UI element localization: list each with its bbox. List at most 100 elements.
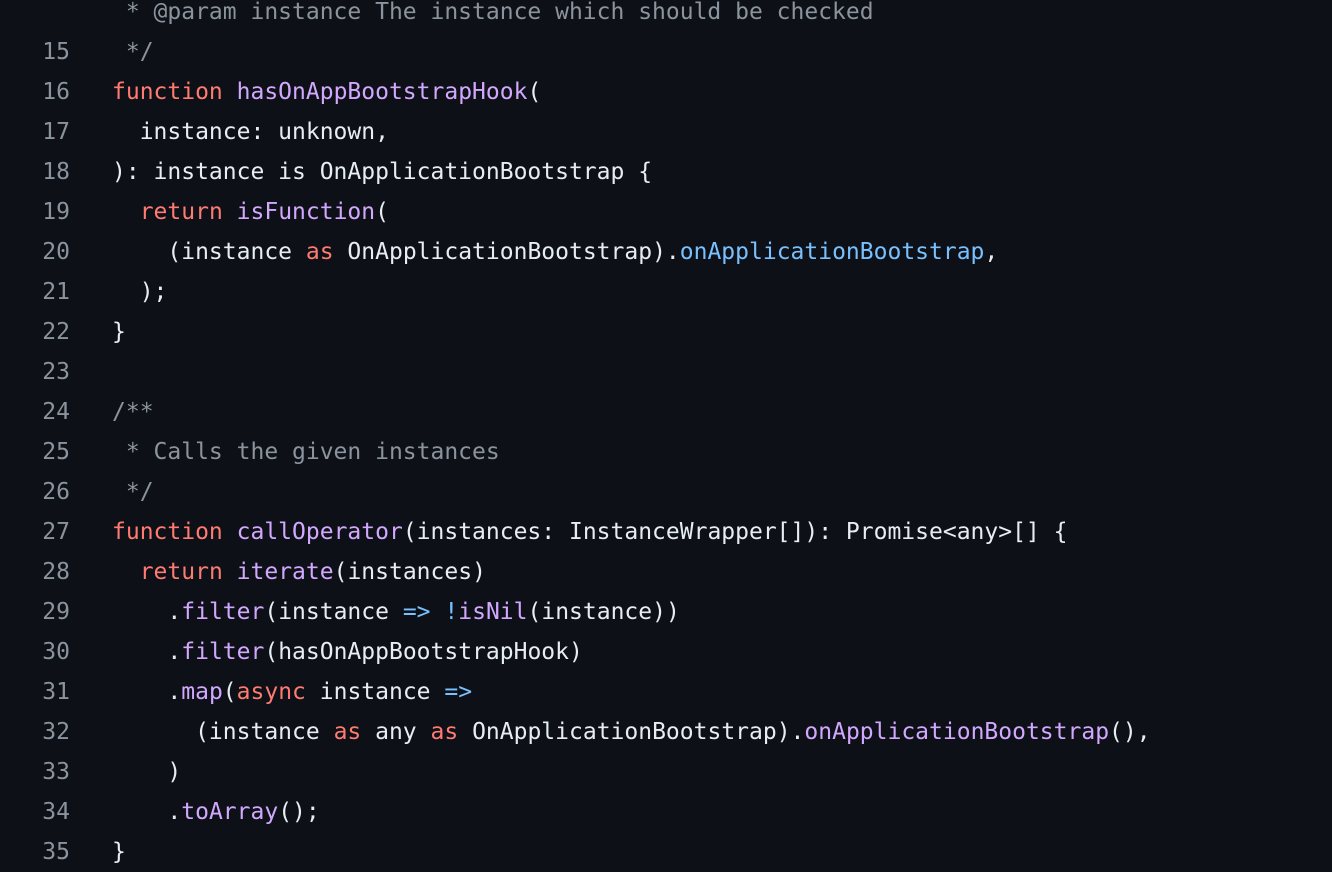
code-token: (instance)) <box>527 599 680 625</box>
code-token: . <box>112 599 182 625</box>
code-token: hasOnAppBootstrapHook <box>236 79 528 105</box>
line-number[interactable]: 33 <box>0 759 70 785</box>
line-code: ): instance is OnApplicationBootstrap { <box>70 159 652 185</box>
code-line[interactable]: 32 (instance as any as OnApplicationBoot… <box>0 712 1332 752</box>
code-line[interactable]: 15 */ <box>0 32 1332 72</box>
code-token: (); <box>278 799 320 825</box>
code-token: * Calls the given instances <box>112 439 500 465</box>
code-line[interactable]: 19 return isFunction( <box>0 192 1332 232</box>
line-code: * Calls the given instances <box>70 439 500 465</box>
line-code: ); <box>70 279 168 305</box>
line-number[interactable]: 20 <box>0 239 70 265</box>
line-number[interactable]: 23 <box>0 359 70 385</box>
code-token: instance: unknown, <box>112 119 389 145</box>
line-number[interactable]: 21 <box>0 279 70 305</box>
code-token: . <box>112 639 182 665</box>
code-token: return <box>139 199 223 225</box>
code-viewer[interactable]: * @param instance The instance which sho… <box>0 0 1332 872</box>
line-code: * @param instance The instance which sho… <box>70 0 874 25</box>
code-token: } <box>112 839 126 865</box>
line-number[interactable]: 18 <box>0 159 70 185</box>
code-token: isFunction <box>236 199 376 225</box>
line-number[interactable]: 24 <box>0 399 70 425</box>
code-line[interactable]: 18): instance is OnApplicationBootstrap … <box>0 152 1332 192</box>
code-token: return <box>139 559 223 585</box>
line-number[interactable]: 27 <box>0 519 70 545</box>
line-number[interactable]: 17 <box>0 119 70 145</box>
code-lines: * @param instance The instance which sho… <box>0 0 1332 872</box>
code-line[interactable]: 27 function callOperator(instances: Insta… <box>0 512 1332 552</box>
code-line[interactable]: 30 .filter(hasOnAppBootstrapHook) <box>0 632 1332 672</box>
code-line[interactable]: 22} <box>0 312 1332 352</box>
code-line[interactable]: 26 */ <box>0 472 1332 512</box>
line-number[interactable]: 35 <box>0 839 70 865</box>
code-line[interactable]: 20 (instance as OnApplicationBootstrap).… <box>0 232 1332 272</box>
code-token: (hasOnAppBootstrapHook) <box>264 639 583 665</box>
code-line[interactable]: 28 return iterate(instances) <box>0 552 1332 592</box>
line-code: instance: unknown, <box>70 119 389 145</box>
code-token: (instances: InstanceWrapper[]): Promise<… <box>402 519 1068 545</box>
code-token: (instance <box>112 239 306 265</box>
line-number[interactable]: 26 <box>0 479 70 505</box>
code-line[interactable]: 25 * Calls the given instances <box>0 432 1332 472</box>
line-code: } <box>70 319 126 345</box>
line-code: return isFunction( <box>70 199 389 225</box>
code-token: isNil <box>458 599 528 625</box>
code-line[interactable]: 31 .map(async instance => <box>0 672 1332 712</box>
line-code: (instance as any as OnApplicationBootstr… <box>70 719 1151 745</box>
code-line[interactable]: 33 ) <box>0 752 1332 792</box>
code-token: iterate <box>236 559 334 585</box>
code-line[interactable]: 16 function hasOnAppBootstrapHook( <box>0 72 1332 112</box>
line-number[interactable]: 34 <box>0 799 70 825</box>
code-token: ); <box>112 279 168 305</box>
code-token: ( <box>222 679 237 705</box>
code-token: * @param instance The instance which sho… <box>112 0 874 25</box>
code-line[interactable]: 24 /** <box>0 392 1332 432</box>
code-line[interactable]: 21 ); <box>0 272 1332 312</box>
code-line[interactable]: * @param instance The instance which sho… <box>0 0 1332 32</box>
line-number[interactable]: 25 <box>0 439 70 465</box>
code-token: any <box>361 719 431 745</box>
line-number[interactable]: 16 <box>0 79 70 105</box>
line-code: return iterate(instances) <box>70 559 486 585</box>
line-number[interactable]: 28 <box>0 559 70 585</box>
code-token: onApplicationBootstrap <box>804 719 1110 745</box>
line-number[interactable]: 31 <box>0 679 70 705</box>
code-token: function <box>112 519 223 545</box>
code-line[interactable]: 17 instance: unknown, <box>0 112 1332 152</box>
code-token: (), <box>1109 719 1151 745</box>
line-code: */ <box>70 39 154 65</box>
code-token: */ <box>112 39 154 65</box>
line-number[interactable]: 30 <box>0 639 70 665</box>
line-number[interactable]: 15 <box>0 39 70 65</box>
line-code: function callOperator(instances: Instanc… <box>70 519 1067 545</box>
code-token: => <box>402 599 431 625</box>
code-token: ( <box>527 79 542 105</box>
line-number[interactable]: 29 <box>0 599 70 625</box>
code-token: . <box>112 799 182 825</box>
code-token: callOperator <box>236 519 403 545</box>
line-code: (instance as OnApplicationBootstrap).onA… <box>70 239 998 265</box>
line-number[interactable]: 22 <box>0 319 70 345</box>
code-token: async <box>236 679 306 705</box>
line-code: } <box>70 839 126 865</box>
code-token: (instance <box>264 599 403 625</box>
code-line[interactable]: 23 <box>0 352 1332 392</box>
code-token: function <box>112 79 223 105</box>
code-token: ) <box>112 759 182 785</box>
code-line[interactable]: 29 .filter(instance => !isNil(instance)) <box>0 592 1332 632</box>
code-line[interactable]: 35} <box>0 832 1332 872</box>
line-code: .filter(instance => !isNil(instance)) <box>70 599 680 625</box>
code-token: as <box>305 239 334 265</box>
code-token: ! <box>444 599 459 625</box>
code-line[interactable]: 34 .toArray(); <box>0 792 1332 832</box>
line-number[interactable]: 32 <box>0 719 70 745</box>
line-code: .filter(hasOnAppBootstrapHook) <box>70 639 583 665</box>
line-number[interactable]: 19 <box>0 199 70 225</box>
code-token: filter <box>181 639 265 665</box>
